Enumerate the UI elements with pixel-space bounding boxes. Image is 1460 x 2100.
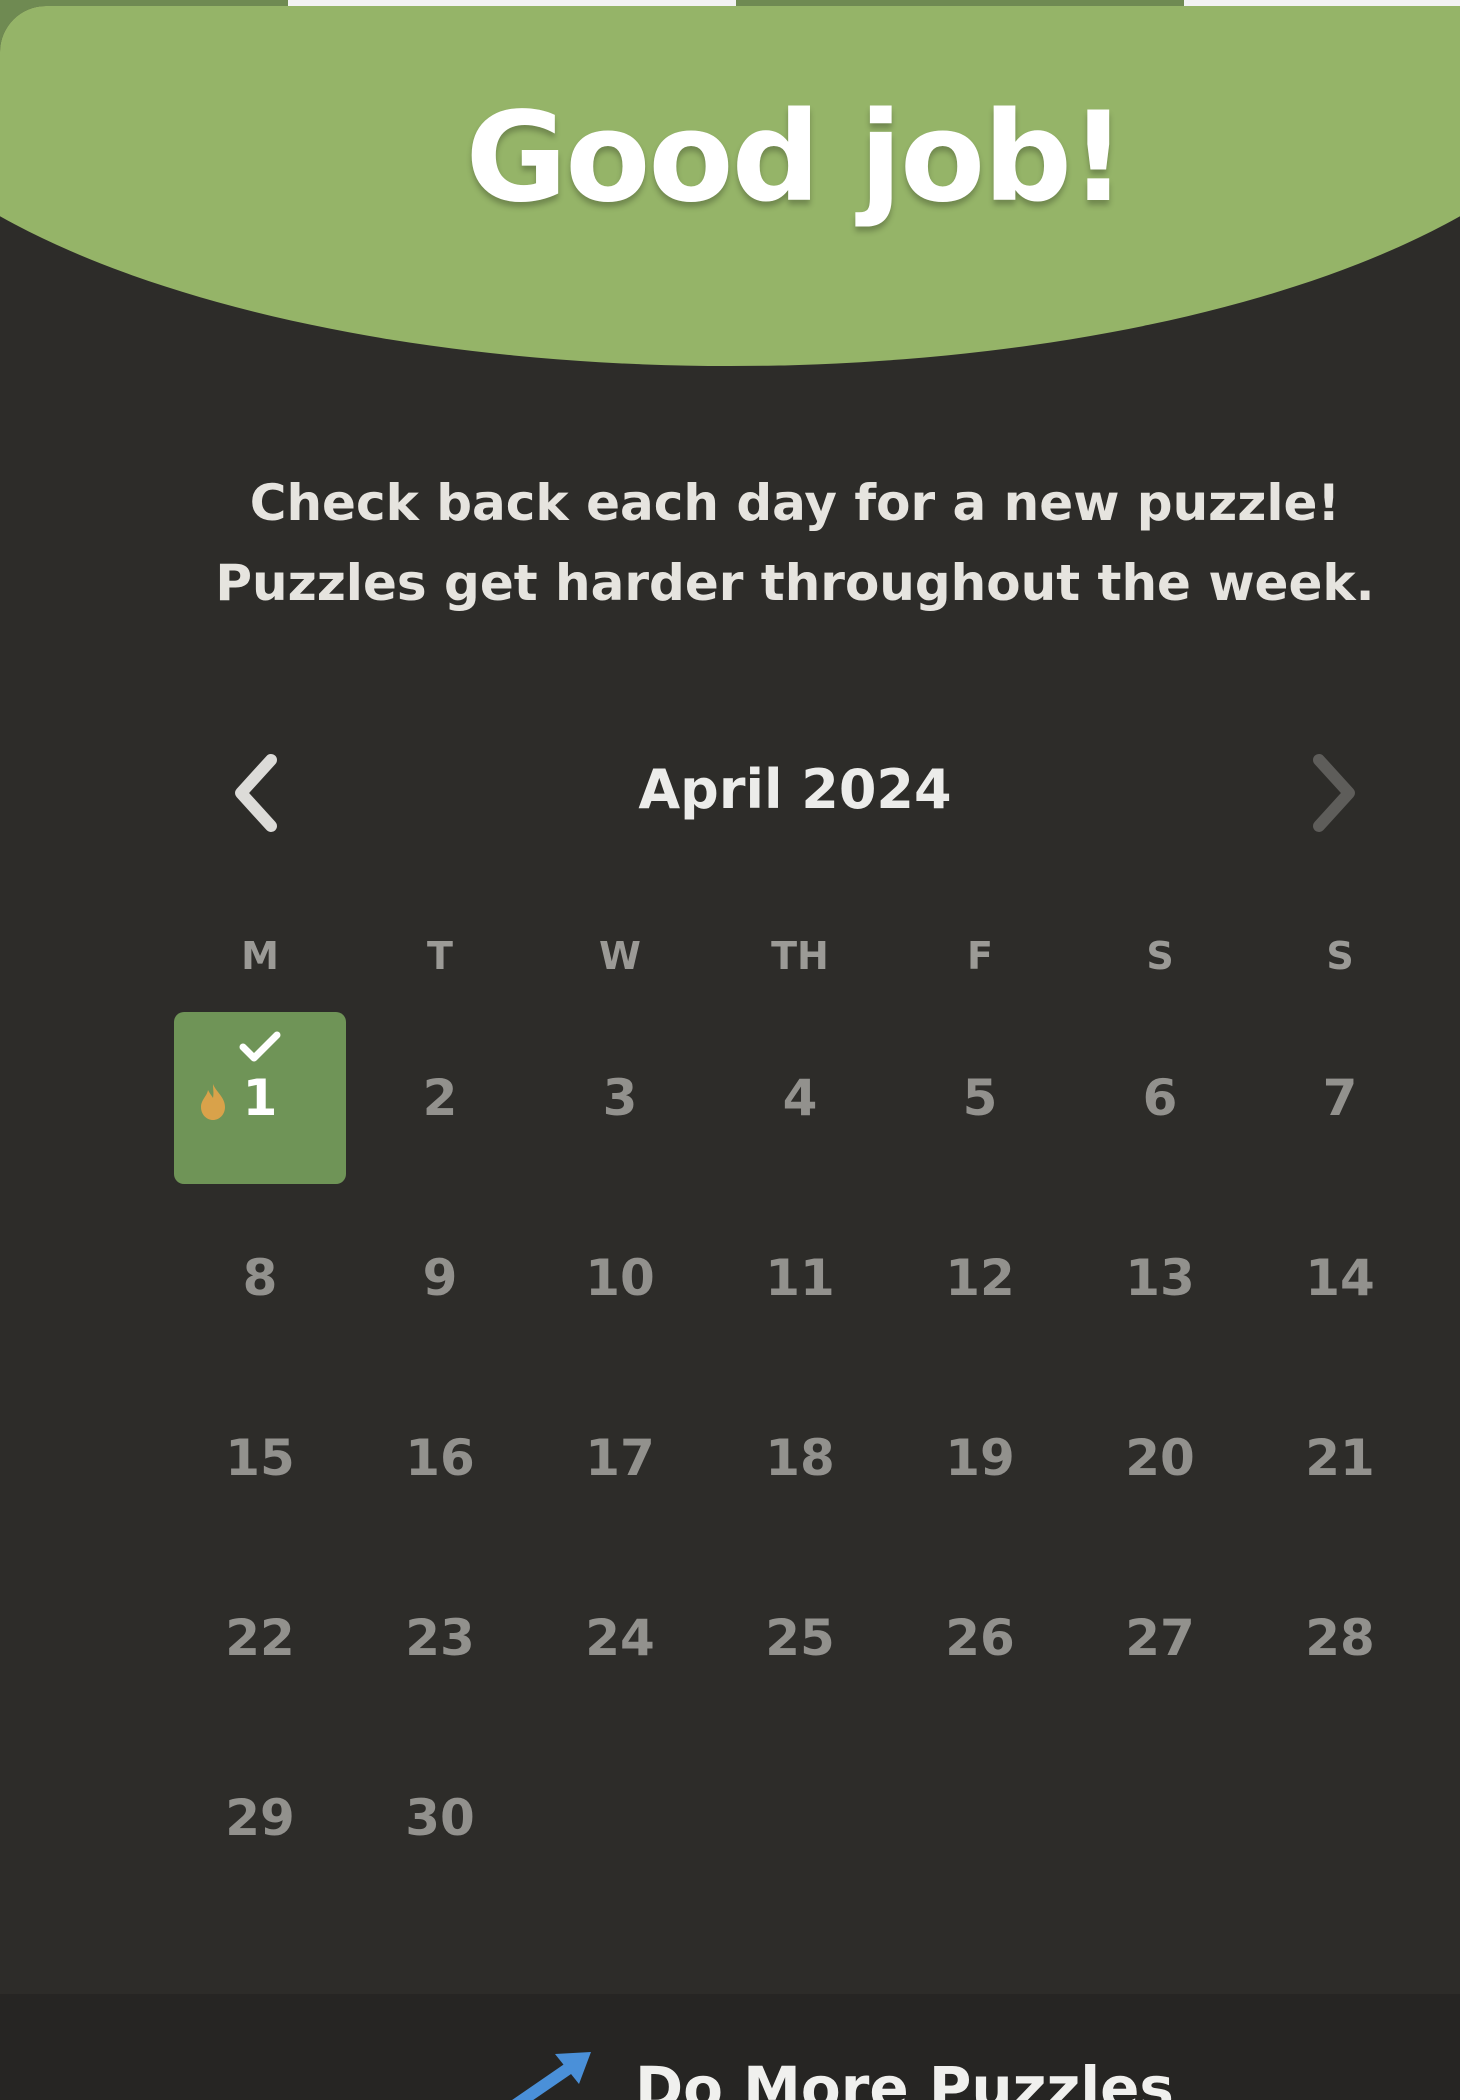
calendar-day-completed[interactable]: 1 <box>174 1012 346 1184</box>
weekday-header: M T W TH F S S <box>170 934 1430 984</box>
calendar-day[interactable]: 27 <box>1074 1552 1246 1724</box>
day-number: 20 <box>1125 1429 1195 1487</box>
day-number: 14 <box>1305 1249 1375 1307</box>
calendar-day[interactable]: 3 <box>534 1012 706 1184</box>
day-number: 28 <box>1305 1609 1375 1667</box>
weekday-label: W <box>599 934 641 978</box>
calendar-day[interactable]: 22 <box>174 1552 346 1724</box>
day-number: 15 <box>225 1429 295 1487</box>
calendar-day[interactable]: 21 <box>1254 1372 1426 1544</box>
arrow-icon <box>512 2052 591 2100</box>
day-number: 30 <box>405 1789 475 1847</box>
calendar-day[interactable]: 17 <box>534 1372 706 1544</box>
day-number: 2 <box>422 1069 458 1127</box>
calendar-day[interactable]: 13 <box>1074 1192 1246 1364</box>
day-number: 1 <box>242 1069 278 1127</box>
calendar-day[interactable]: 20 <box>1074 1372 1246 1544</box>
day-number: 5 <box>962 1069 998 1127</box>
day-number: 19 <box>945 1429 1015 1487</box>
day-number: 25 <box>765 1609 835 1667</box>
calendar-day[interactable]: 16 <box>354 1372 526 1544</box>
day-number: 6 <box>1142 1069 1178 1127</box>
calendar-day[interactable]: 28 <box>1254 1552 1426 1724</box>
calendar-day[interactable]: 30 <box>354 1732 526 1904</box>
calendar-day[interactable]: 9 <box>354 1192 526 1364</box>
message-line-1: Check back each day for a new puzzle! <box>249 474 1341 532</box>
weekday-label: S <box>1326 934 1354 978</box>
calendar-day[interactable]: 2 <box>354 1012 526 1184</box>
completion-modal: Good job! Check back each day for a new … <box>0 6 1460 2100</box>
calendar-day[interactable]: 23 <box>354 1552 526 1724</box>
do-more-puzzles-label: Do More Puzzles <box>635 2054 1174 2100</box>
day-number: 27 <box>1125 1609 1195 1667</box>
day-number: 3 <box>602 1069 638 1127</box>
calendar-day[interactable]: 4 <box>714 1012 886 1184</box>
calendar-day[interactable]: 24 <box>534 1552 706 1724</box>
weekday-label: S <box>1146 934 1174 978</box>
day-number: 21 <box>1305 1429 1375 1487</box>
chevron-right-icon <box>1313 754 1355 832</box>
day-number: 11 <box>765 1249 835 1307</box>
calendar-day[interactable]: 8 <box>174 1192 346 1364</box>
weekday-label: TH <box>771 934 829 978</box>
calendar-day[interactable]: 25 <box>714 1552 886 1724</box>
calendar-day[interactable]: 29 <box>174 1732 346 1904</box>
checkmark-icon <box>239 1031 281 1062</box>
weekday-label: F <box>967 934 993 978</box>
day-number: 7 <box>1322 1069 1358 1127</box>
calendar-day[interactable]: 5 <box>894 1012 1066 1184</box>
day-number: 12 <box>945 1249 1015 1307</box>
day-number: 4 <box>782 1069 818 1127</box>
day-number: 18 <box>765 1429 835 1487</box>
modal-title: Good job! <box>465 86 1126 230</box>
modal-footer: Do More Puzzles <box>0 1994 1460 2100</box>
calendar-day[interactable]: 11 <box>714 1192 886 1364</box>
day-number: 22 <box>225 1609 295 1667</box>
day-number: 23 <box>405 1609 475 1667</box>
calendar-day[interactable]: 19 <box>894 1372 1066 1544</box>
calendar-day[interactable]: 26 <box>894 1552 1066 1724</box>
day-number: 13 <box>1125 1249 1195 1307</box>
calendar-day[interactable]: 7 <box>1254 1012 1426 1184</box>
streak-flame-icon <box>201 1084 225 1120</box>
calendar-day[interactable]: 6 <box>1074 1012 1246 1184</box>
next-month-button[interactable] <box>1285 748 1375 838</box>
calendar-day[interactable]: 15 <box>174 1372 346 1544</box>
day-number: 9 <box>422 1249 458 1307</box>
calendar-day[interactable]: 12 <box>894 1192 1066 1364</box>
do-more-puzzles-link[interactable]: Do More Puzzles <box>505 2052 1174 2100</box>
day-number: 17 <box>585 1429 655 1487</box>
day-number: 24 <box>585 1609 655 1667</box>
weekday-label: T <box>427 934 453 978</box>
day-number: 16 <box>405 1429 475 1487</box>
weekday-label: M <box>241 934 279 978</box>
message-line-2: Puzzles get harder throughout the week. <box>215 554 1375 612</box>
calendar-day[interactable]: 10 <box>534 1192 706 1364</box>
calendar-day[interactable]: 14 <box>1254 1192 1426 1364</box>
day-number: 10 <box>585 1249 655 1307</box>
day-number: 26 <box>945 1609 1015 1667</box>
day-number: 29 <box>225 1789 295 1847</box>
calendar-grid: 1 2 3 4 5 6 7 8 9 10 11 12 13 14 15 16 17 18 19 20 21 22 23 24 2… <box>170 1012 1430 1912</box>
calendar-day[interactable]: 18 <box>714 1372 886 1544</box>
month-label: April 2024 <box>638 758 952 821</box>
day-number: 8 <box>242 1249 278 1307</box>
